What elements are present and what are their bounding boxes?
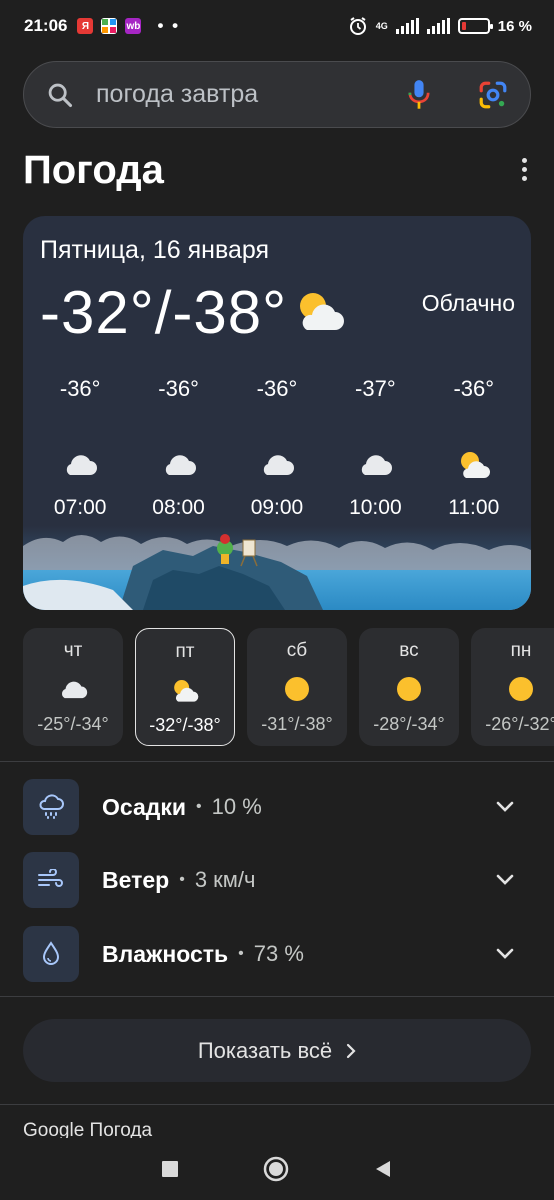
signal-icon [395,18,419,34]
rain-cloud-icon [23,779,79,835]
home-icon[interactable] [262,1155,290,1183]
show-all-label: Показать всё [197,1037,333,1063]
page-title: Погода [23,148,164,192]
day-card-sat[interactable]: сб -31°/-38° [247,628,347,746]
more-options-icon[interactable] [520,158,528,181]
status-right-group: 4G 16 % [348,16,532,36]
day-name: вс [399,640,419,661]
cloud-icon [161,444,197,484]
hourly-temp: -36° [453,376,495,401]
chevron-down-icon[interactable] [495,801,515,813]
divider [0,996,554,997]
partly-cloudy-icon [170,675,200,705]
partly-cloudy-icon [293,288,345,339]
day-temp-range: -32°/-38° [149,715,221,735]
search-bar[interactable]: погода завтра [23,61,531,128]
google-lens-icon[interactable] [478,80,508,110]
detail-value: 3 км/ч [194,867,256,892]
status-more-dots: • • [157,16,181,35]
weather-illustration [23,526,531,610]
day-card-sun[interactable]: вс -28°/-34° [359,628,459,746]
signal-icon-2 [426,18,450,34]
daily-forecast-strip[interactable]: чт -25°/-34° пт -32°/-38° сб -31°/-38° в… [23,628,554,746]
hourly-time: 09:00 [250,496,304,519]
day-name: пт [175,641,195,662]
detail-separator: • [179,871,185,888]
chevron-down-icon[interactable] [495,874,515,886]
cloud-icon [357,444,393,484]
detail-label: Влажность [102,940,229,967]
status-bar: 21:06 Я wb • • 4G 16 % [0,0,554,52]
battery-percent: 16 % [497,17,532,35]
precipitation-row[interactable]: Осадки • 10 % [23,779,531,835]
chevron-right-icon [347,1043,356,1058]
hourly-temp: -36° [59,376,101,401]
cloud-icon [259,444,295,484]
hourly-temp: -36° [256,376,298,401]
detail-separator: • [196,798,202,815]
hourly-time: 11:00 [448,496,500,519]
chevron-down-icon[interactable] [495,948,515,960]
day-card-fri[interactable]: пт -32°/-38° [135,628,235,746]
day-temp-range: -25°/-34° [37,714,109,734]
sun-icon [396,674,422,704]
search-input[interactable]: погода завтра [96,80,406,109]
recent-apps-icon[interactable] [161,1160,179,1178]
day-name: сб [286,640,308,661]
hourly-item: -36° 09:00 [232,376,322,520]
day-name: чт [63,640,83,661]
hourly-time: 08:00 [152,496,205,519]
microphone-icon[interactable] [406,79,432,111]
back-icon[interactable] [373,1159,393,1179]
wildberries-app-icon: wb [125,18,142,34]
cloud-icon [58,674,88,704]
day-temp-range: -31°/-38° [261,714,333,734]
show-all-button[interactable]: Показать всё [23,1019,531,1082]
detail-label: Ветер [102,866,170,893]
detail-label: Осадки [102,793,187,820]
detail-value: 10 % [211,794,262,819]
day-card-mon[interactable]: пн -26°/-32° [471,628,554,746]
day-name: пн [510,640,532,661]
wind-row[interactable]: Ветер • 3 км/ч [23,852,531,908]
hourly-item: -36° 11:00 [429,376,519,520]
droplet-icon [23,926,79,982]
system-nav-bar [0,1138,554,1200]
partly-cloudy-icon [456,444,492,484]
hourly-temp: -36° [158,376,199,401]
detail-value: 73 % [253,941,304,966]
battery-icon [457,18,493,34]
network-type: 4G [375,20,388,31]
status-time: 21:06 [24,16,68,35]
hourly-item: -37° 10:00 [330,376,420,520]
temperature-range: -32°/-38° [40,279,288,346]
condition-text: Облачно [421,290,515,316]
day-card-thu[interactable]: чт -25°/-34° [23,628,123,746]
day-temp-range: -28°/-34° [373,714,445,734]
search-icon [48,83,73,107]
hourly-forecast: -36° 07:00 -36° 08:00 -36° 09:00 -37° 10… [23,376,531,520]
multicolor-app-icon [101,18,118,34]
alarm-icon [349,17,366,35]
wind-icon [23,852,79,908]
sun-icon [284,674,310,704]
cloud-icon [62,444,98,484]
yandex-app-icon: Я [77,18,94,34]
hourly-time: 10:00 [349,496,402,519]
sun-icon [508,674,534,704]
hourly-item: -36° 08:00 [134,376,224,520]
day-temp-range: -26°/-32° [485,714,554,734]
current-weather-card[interactable]: Пятница, 16 января -32°/-38° Облачно -36… [23,216,531,610]
humidity-row[interactable]: Влажность • 73 % [23,926,531,982]
forecast-date: Пятница, 16 января [40,236,270,264]
detail-separator: • [238,945,244,962]
hourly-temp: -37° [355,376,396,401]
hourly-time: 07:00 [53,496,107,519]
hourly-item: -36° 07:00 [35,376,125,520]
divider [0,1104,554,1105]
divider [0,761,554,762]
